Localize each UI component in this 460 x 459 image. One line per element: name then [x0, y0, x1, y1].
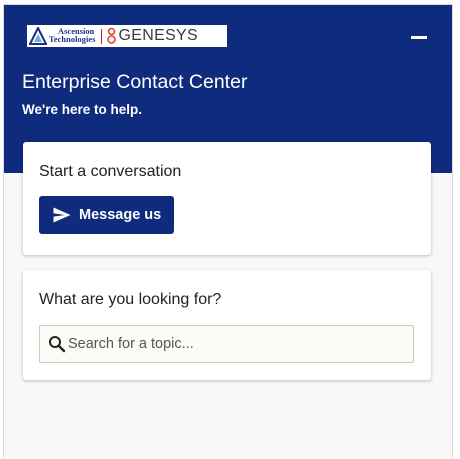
header-subtitle: We're here to help.: [22, 102, 142, 117]
search-input[interactable]: [68, 329, 388, 359]
message-us-button[interactable]: Message us: [39, 196, 174, 234]
logo-separator: [100, 28, 102, 44]
header-title: Enterprise Contact Center: [22, 71, 248, 93]
start-conversation-card: Start a conversation Message us: [23, 142, 431, 255]
start-conversation-heading: Start a conversation: [39, 163, 182, 180]
search-box[interactable]: [39, 325, 414, 363]
ascension-wordmark: Ascension Technologies: [49, 27, 96, 45]
brand-logo: Ascension Technologies GENESYS: [27, 25, 227, 47]
ascension-logo-icon: [29, 27, 47, 45]
search-icon: [49, 336, 66, 353]
minimize-button[interactable]: [408, 28, 432, 46]
minimize-icon: [411, 36, 427, 39]
ascension-line2: Technologies: [49, 35, 96, 44]
search-heading: What are you looking for?: [39, 291, 222, 308]
send-icon: [53, 207, 71, 223]
message-us-label: Message us: [79, 207, 162, 223]
messenger-widget: Ascension Technologies GENESYS Enterpris…: [3, 4, 453, 459]
search-card: What are you looking for?: [23, 270, 431, 380]
genesys-logo-icon: [106, 27, 116, 44]
genesys-wordmark: GENESYS: [118, 27, 199, 44]
